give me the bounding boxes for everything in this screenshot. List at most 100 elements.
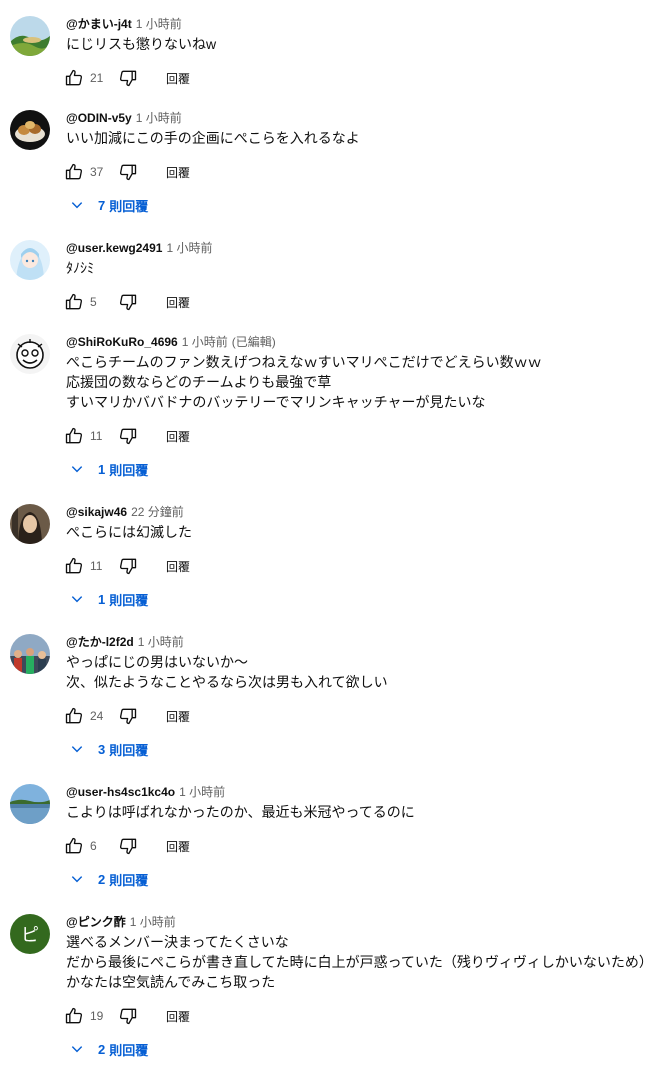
reply-count: 1 (98, 591, 106, 607)
comment-author[interactable]: @ピンク酢 (66, 915, 126, 929)
reply-button[interactable]: 回覆 (166, 708, 190, 725)
comment-header: @ODIN-v5y 1 小時前 (66, 110, 182, 126)
like-icon[interactable] (64, 292, 84, 312)
comment-time[interactable]: 1 小時前 (179, 785, 225, 799)
reply-count: 7 (98, 197, 106, 213)
reply-button[interactable]: 回覆 (166, 164, 190, 181)
comment-author[interactable]: @ShiRoKuRo_4696 (66, 335, 178, 349)
comment-actions: 11 回覆 (64, 554, 190, 578)
comment-actions: 11 回覆 (64, 424, 190, 448)
landscape-avatar[interactable] (10, 16, 50, 56)
comment-text: ぺこらには幻滅した (66, 524, 192, 540)
food-avatar[interactable] (10, 110, 50, 150)
comment-header: @sikajw46 22 分鐘前 (66, 504, 184, 520)
comment-time[interactable]: 1 小時前 (130, 915, 176, 929)
reply-button[interactable]: 回覆 (166, 428, 190, 445)
dislike-icon[interactable] (118, 836, 138, 856)
dislike-icon[interactable] (118, 1006, 138, 1026)
comment-header: @user-hs4sc1kc4o 1 小時前 (66, 784, 225, 800)
like-count: 21 (90, 71, 104, 85)
dislike-icon[interactable] (118, 426, 138, 446)
reply-count: 2 (98, 1041, 106, 1057)
like-count: 11 (90, 559, 103, 573)
chevron-down-icon (71, 596, 83, 603)
like-icon[interactable] (64, 162, 84, 182)
comment-actions: 5 回覆 (64, 290, 190, 314)
comment-author[interactable]: @ODIN-v5y (66, 111, 132, 125)
reply-button[interactable]: 回覆 (166, 294, 190, 311)
comment-text: ぺこらチームのファン数えげつねえなｗすいマリぺこだけでどえらい数ｗｗ 応援団の数… (66, 354, 542, 410)
chevron-down-icon (71, 202, 83, 209)
letter-avatar[interactable]: ピ (10, 914, 50, 954)
like-icon[interactable] (64, 556, 84, 576)
crowd-avatar[interactable] (10, 634, 50, 674)
reply-count: 3 (98, 741, 106, 757)
like-icon[interactable] (64, 836, 84, 856)
like-count: 11 (90, 429, 103, 443)
comment-author[interactable]: @たか-l2f2d (66, 635, 134, 649)
comment-actions: 19 回覆 (64, 1004, 190, 1028)
comment-author[interactable]: @user.kewg2491 (66, 241, 162, 255)
chevron-down-icon (71, 746, 83, 753)
like-icon[interactable] (64, 68, 84, 88)
like-icon[interactable] (64, 706, 84, 726)
lake-avatar[interactable] (10, 784, 50, 824)
view-replies-button[interactable]: 1 則回覆 (70, 589, 148, 609)
comment-header: @user.kewg2491 1 小時前 (66, 240, 212, 256)
anime-avatar[interactable] (10, 240, 50, 280)
reply-count-label: 則回覆 (109, 592, 149, 608)
comment-time[interactable]: 1 小時前 (136, 111, 182, 125)
like-icon[interactable] (64, 426, 84, 446)
comment-time[interactable]: 1 小時前 (138, 635, 184, 649)
comment-header: @かまい-j4t 1 小時前 (66, 16, 182, 32)
comment-actions: 21 回覆 (64, 66, 190, 90)
reply-count-label: 則回覆 (109, 198, 149, 214)
dislike-icon[interactable] (118, 162, 138, 182)
comment-time[interactable]: 22 分鐘前 (131, 505, 184, 519)
like-count: 19 (90, 1009, 104, 1023)
comment-text: こよりは呼ばれなかったのか、最近も米冠やってるのに (66, 804, 415, 820)
comment-author[interactable]: @user-hs4sc1kc4o (66, 785, 175, 799)
portrait-avatar[interactable] (10, 504, 50, 544)
view-replies-button[interactable]: 7 則回覆 (70, 195, 148, 215)
comment-text: にじリスも懲りないねw (66, 36, 217, 52)
like-count: 6 (90, 839, 97, 853)
comment-header: @ピンク酢 1 小時前 (66, 914, 176, 930)
reply-count: 2 (98, 871, 106, 887)
comment-time[interactable]: 1 小時前 (136, 17, 182, 31)
dislike-icon[interactable] (118, 556, 138, 576)
dislike-icon[interactable] (118, 68, 138, 88)
sketch-face-avatar[interactable] (10, 334, 50, 374)
comment-actions: 37 回覆 (64, 160, 190, 184)
reply-count-label: 則回覆 (109, 1042, 149, 1058)
reply-button[interactable]: 回覆 (166, 838, 190, 855)
comment-header: @たか-l2f2d 1 小時前 (66, 634, 184, 650)
comment-time[interactable]: 1 小時前 (182, 335, 228, 349)
like-count: 37 (90, 165, 104, 179)
dislike-icon[interactable] (118, 706, 138, 726)
like-count: 5 (90, 295, 97, 309)
comment-actions: 6 回覆 (64, 834, 190, 858)
comment-header: @ShiRoKuRo_4696 1 小時前 (已編輯) (66, 334, 276, 350)
comment-text: 選べるメンバー決まってたくさいな だから最後にぺこらが書き直してた時に白上が戸惑… (66, 934, 653, 990)
like-count: 24 (90, 709, 104, 723)
reply-count: 1 (98, 461, 106, 477)
reply-count-label: 則回覆 (109, 742, 149, 758)
comment-time[interactable]: 1 小時前 (166, 241, 212, 255)
reply-button[interactable]: 回覆 (166, 70, 190, 87)
comment-actions: 24 回覆 (64, 704, 190, 728)
view-replies-button[interactable]: 1 則回覆 (70, 459, 148, 479)
view-replies-button[interactable]: 2 則回覆 (70, 869, 148, 889)
dislike-icon[interactable] (118, 292, 138, 312)
chevron-down-icon (71, 876, 83, 883)
view-replies-button[interactable]: 2 則回覆 (70, 1039, 148, 1059)
comment-author[interactable]: @sikajw46 (66, 505, 127, 519)
edited-label: (已編輯) (231, 335, 276, 349)
reply-button[interactable]: 回覆 (166, 558, 190, 575)
chevron-down-icon (71, 466, 83, 473)
reply-button[interactable]: 回覆 (166, 1008, 190, 1025)
like-icon[interactable] (64, 1006, 84, 1026)
comment-author[interactable]: @かまい-j4t (66, 17, 132, 31)
avatar-letter: ピ (21, 925, 39, 945)
view-replies-button[interactable]: 3 則回覆 (70, 739, 148, 759)
